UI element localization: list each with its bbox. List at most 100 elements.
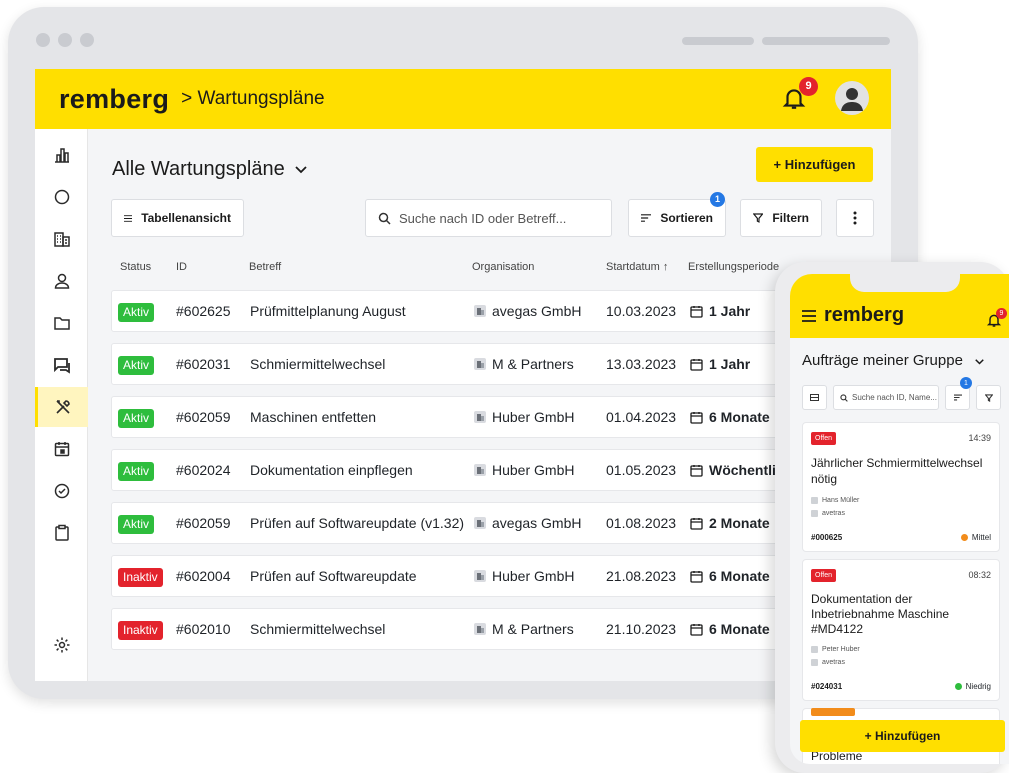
calendar-icon <box>690 464 703 477</box>
row-org: M & Partners <box>474 356 574 372</box>
card-status-badge: Offen <box>811 432 836 445</box>
row-id: #602059 <box>176 409 231 425</box>
check-circle-icon[interactable] <box>35 471 88 511</box>
building-icon[interactable] <box>35 219 88 259</box>
chart-icon[interactable] <box>35 135 88 175</box>
calendar-icon <box>690 358 703 371</box>
row-period: 6 Monate <box>690 621 770 637</box>
table-view-button[interactable]: Tabellenansicht <box>111 199 244 237</box>
table-row[interactable]: Inaktiv #602010 Schmiermittelwechsel M & Pa… <box>111 608 871 650</box>
priority-dot <box>954 683 962 690</box>
search-icon <box>378 212 391 225</box>
column-erstellungsperiode[interactable]: Erstellungsperiode <box>688 261 779 273</box>
logo[interactable]: remberg <box>59 84 169 115</box>
building-icon <box>474 623 486 635</box>
phone-page-title[interactable]: Aufträge meiner Gruppe <box>802 352 984 369</box>
menu-icon[interactable] <box>802 309 816 322</box>
card-org: avetras <box>811 659 845 666</box>
row-org: Huber GmbH <box>474 568 574 584</box>
more-button[interactable] <box>836 199 874 237</box>
card-org-name: avetras <box>822 659 845 666</box>
row-betreff[interactable]: Prüfen auf Softwareupdate <box>250 568 417 584</box>
clipboard-icon[interactable] <box>35 513 88 553</box>
row-id: #602004 <box>176 568 231 584</box>
row-betreff[interactable]: Prüfen auf Softwareupdate (v1.32) <box>250 515 464 531</box>
settings-icon[interactable] <box>35 625 88 665</box>
app-screen: remberg > Wartungspläne 9 Alle Wartungsp… <box>35 69 891 681</box>
breadcrumb[interactable]: > Wartungspläne <box>181 88 324 110</box>
row-org-name: M & Partners <box>492 356 574 372</box>
card-time: 08:32 <box>968 570 991 580</box>
card-person: Hans Müller <box>811 497 859 504</box>
row-startdatum: 13.03.2023 <box>606 356 677 372</box>
search-input[interactable]: Suche nach ID oder Betreff... <box>365 199 612 237</box>
row-id: #602024 <box>176 462 231 478</box>
phone-search-icon <box>840 393 848 402</box>
order-card[interactable]: Offen 08:32 Dokumentation der Inbetriebn… <box>802 559 1000 701</box>
phone-add-button[interactable]: + Hinzufügen <box>800 720 1005 752</box>
table-row[interactable]: Aktiv #602024 Dokumentation einpflegen Hube… <box>111 449 871 491</box>
card-person: Peter Huber <box>811 646 860 653</box>
table-row[interactable]: Aktiv #602031 Schmiermittelwechsel M & Part… <box>111 343 871 385</box>
phone-sort-icon <box>953 394 962 401</box>
phone-logo-text: remberg <box>824 304 905 326</box>
window-dots <box>36 33 94 47</box>
circle-icon[interactable] <box>35 177 88 217</box>
avatar[interactable] <box>835 81 869 115</box>
row-startdatum: 01.05.2023 <box>606 462 677 478</box>
phone-logo[interactable]: remberg <box>802 304 904 327</box>
row-org-name: avegas GmbH <box>492 303 582 319</box>
row-startdatum: 10.03.2023 <box>606 303 677 319</box>
column-betreff[interactable]: Betreff <box>249 261 281 273</box>
card-id: #024031 <box>811 682 843 691</box>
card-priority: Mittel <box>960 533 991 542</box>
row-startdatum: 01.04.2023 <box>606 409 677 425</box>
column-id[interactable]: ID <box>176 261 187 273</box>
phone-frame: remberg 9 Aufträge meiner Gruppe Suche n… <box>775 262 1009 773</box>
more-vertical-icon <box>853 211 857 225</box>
row-org-name: Huber GmbH <box>492 568 575 584</box>
table-row[interactable]: Aktiv #602059 Maschinen entfetten Huber Gmb… <box>111 396 871 438</box>
filter-label: Filtern <box>772 211 809 225</box>
phone-search-input[interactable]: Suche nach ID, Name... <box>833 385 939 410</box>
phone-chevron-down-icon[interactable] <box>975 359 984 365</box>
row-betreff[interactable]: Schmiermittelwechsel <box>250 356 385 372</box>
sort-badge: 1 <box>710 192 725 207</box>
folder-icon[interactable] <box>35 303 88 343</box>
row-betreff[interactable]: Dokumentation einpflegen <box>250 462 413 478</box>
row-org: Huber GmbH <box>474 409 574 425</box>
row-id: #602059 <box>176 515 231 531</box>
chevron-down-icon[interactable] <box>295 165 307 174</box>
row-betreff[interactable]: Schmiermittelwechsel <box>250 621 385 637</box>
phone-filter-button[interactable] <box>976 385 1001 410</box>
column-organisation[interactable]: Organisation <box>472 261 534 273</box>
table-row[interactable]: Inaktiv #602004 Prüfen auf Softwareupdate H… <box>111 555 871 597</box>
status-badge: Aktiv <box>118 356 155 375</box>
column-status[interactable]: Status <box>120 261 151 273</box>
page-title-text: Alle Wartungspläne <box>112 158 285 180</box>
add-button[interactable]: + Hinzufügen <box>756 147 873 182</box>
user-icon[interactable] <box>35 261 88 301</box>
chat-icon[interactable] <box>35 345 88 385</box>
filter-button[interactable]: Filtern <box>740 199 822 237</box>
status-badge: Aktiv <box>118 462 155 481</box>
row-period-text: 6 Monate <box>709 409 770 425</box>
phone-view-button[interactable] <box>802 385 827 410</box>
tools-icon[interactable] <box>35 387 88 427</box>
status-badge: Inaktiv <box>118 621 163 640</box>
column-startdatum[interactable]: Startdatum ↑ <box>606 261 668 273</box>
building-icon <box>474 464 486 476</box>
page-title[interactable]: Alle Wartungspläne <box>112 158 307 181</box>
table-row[interactable]: Aktiv #602059 Prüfen auf Softwareupdate (v… <box>111 502 871 544</box>
order-card[interactable]: Offen 14:39 Jährlicher Schmiermittelwech… <box>802 422 1000 552</box>
building-icon <box>811 510 818 517</box>
row-period: 6 Monate <box>690 568 770 584</box>
building-icon <box>474 411 486 423</box>
calendar-icon[interactable] <box>35 429 88 469</box>
table-header: Status ID Betreff Organisation Startdatu… <box>88 257 891 279</box>
status-badge: Aktiv <box>118 515 155 534</box>
row-period-text: 6 Monate <box>709 568 770 584</box>
row-betreff[interactable]: Prüfmittelplanung August <box>250 303 406 319</box>
table-row[interactable]: Aktiv #602625 Prüfmittelplanung August aveg… <box>111 290 871 332</box>
row-betreff[interactable]: Maschinen entfetten <box>250 409 376 425</box>
